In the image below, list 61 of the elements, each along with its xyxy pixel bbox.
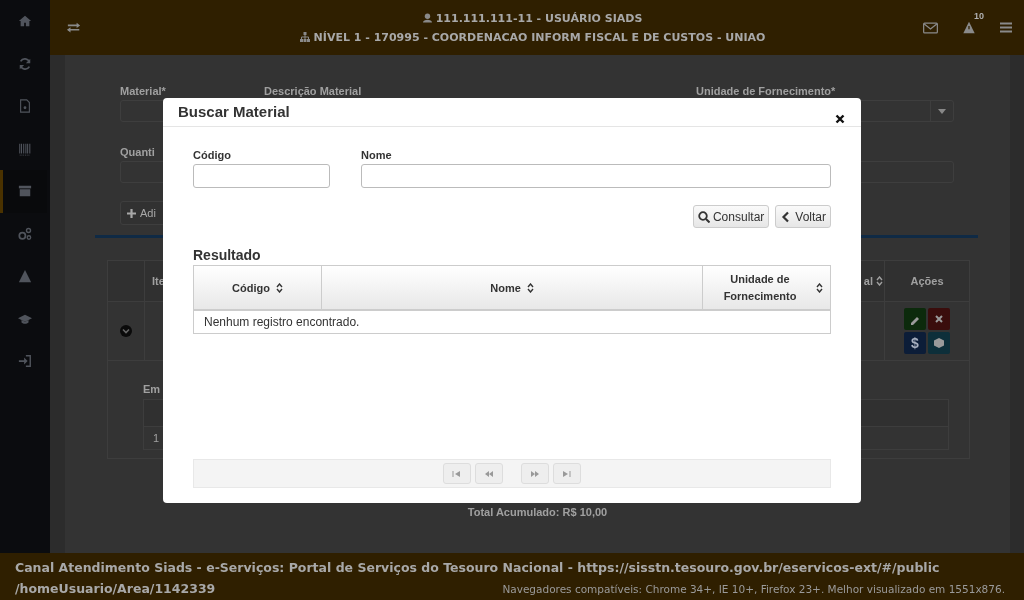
field-label: Descrição Material xyxy=(264,85,362,97)
skip-back-icon xyxy=(452,469,462,478)
footer-text: /homeUsuario/Area/1142339 xyxy=(15,580,216,598)
column-header[interactable]: Nome xyxy=(322,266,703,309)
total-text: Total Acumulado: R$ 10,00 xyxy=(466,506,609,518)
sort-icon xyxy=(876,276,883,286)
footer-text: Canal Atendimento Siads - e-Serviços: Portal de Serviços do Tesouro Nacional - https://sisstn.tesouro.gov.br/eservicos-ext/#/public xyxy=(15,559,941,577)
sign-in-icon xyxy=(18,354,32,369)
home-icon xyxy=(18,14,32,29)
column-header[interactable]: Código xyxy=(194,266,322,309)
dialog-title: Buscar Material xyxy=(178,103,290,120)
browser-note: Navegadores compatíveis: Chrome 34+, IE 10+, Firefox 23+. Melhor visualizado em 1551x876. xyxy=(502,583,1005,595)
document-icon xyxy=(18,99,32,114)
transfer-icon xyxy=(66,20,82,35)
input-field[interactable] xyxy=(361,164,831,188)
sort-icon xyxy=(526,282,534,293)
skip-forward-icon xyxy=(562,469,572,478)
warning-icon xyxy=(18,269,32,284)
sort-icon xyxy=(816,282,823,293)
edit-button[interactable] xyxy=(904,308,926,330)
empty-message: Nenhum registro encontrado. xyxy=(204,315,360,329)
column-header: al xyxy=(863,275,873,287)
mail-icon[interactable] xyxy=(923,21,938,34)
section-title: Resultado xyxy=(193,247,262,263)
box-button[interactable] xyxy=(928,332,950,354)
caret-icon xyxy=(938,108,946,114)
plus-icon xyxy=(127,208,136,218)
user-name: 111.111.111-11 - USUÁRIO SIADS xyxy=(435,11,643,25)
field-label: Material* xyxy=(120,85,166,97)
column-header[interactable]: Unidade de Fornecimento xyxy=(703,266,830,309)
archive-icon xyxy=(18,184,32,199)
input-field[interactable] xyxy=(193,164,330,188)
search-icon xyxy=(697,210,710,223)
gears-icon xyxy=(18,226,32,241)
field-label: Código xyxy=(193,149,231,161)
refresh-icon xyxy=(18,56,32,71)
user-icon xyxy=(422,13,432,23)
field-label: Nome xyxy=(361,149,392,161)
fast-forward-icon xyxy=(530,469,540,478)
money-button[interactable]: $ xyxy=(904,332,926,354)
sort-icon xyxy=(275,282,283,293)
table-cell: 1 xyxy=(153,432,160,444)
collapse-icon[interactable] xyxy=(120,325,132,337)
notification-count: 10 xyxy=(974,11,984,21)
warning-icon[interactable] xyxy=(962,21,976,34)
field-label: Unidade de Fornecimento* xyxy=(696,85,836,97)
column-header: Ações xyxy=(910,275,944,287)
menu-icon[interactable] xyxy=(1000,22,1012,33)
unit-name: NÍVEL 1 - 170995 - COORDENACAO INFORM FISCAL E DE CUSTOS - UNIAO xyxy=(313,30,766,44)
delete-button[interactable] xyxy=(928,308,950,330)
close-button[interactable] xyxy=(835,114,845,124)
rewind-icon xyxy=(484,469,494,478)
field-label: Quanti xyxy=(120,146,155,158)
back-button[interactable]: Voltar xyxy=(775,205,831,228)
close-icon xyxy=(835,114,845,124)
close-icon xyxy=(933,313,945,325)
search-button[interactable]: Consultar xyxy=(692,205,770,228)
cube-icon xyxy=(933,337,945,349)
section-label: Em xyxy=(143,383,161,395)
barcode-icon xyxy=(18,141,32,156)
sitemap-icon xyxy=(299,32,310,42)
